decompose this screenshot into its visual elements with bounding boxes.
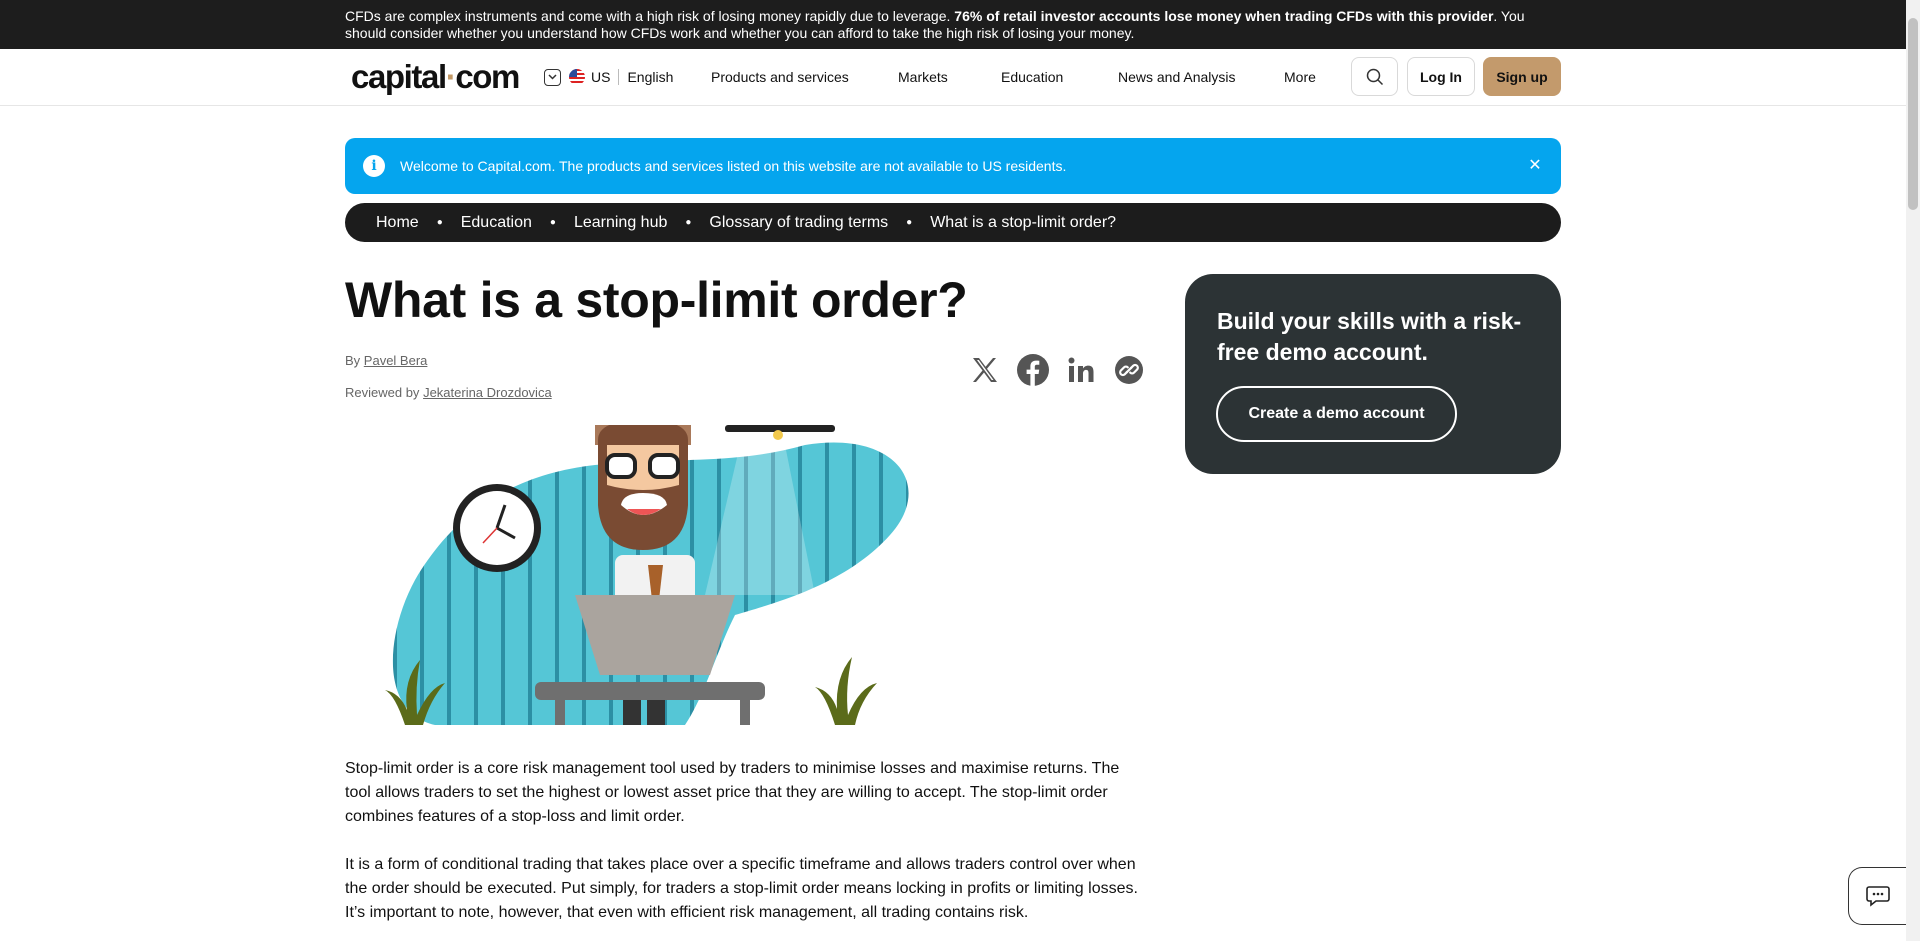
region-language-selector[interactable]: US English xyxy=(544,66,673,88)
reviewed-prefix: Reviewed by xyxy=(345,385,420,400)
us-flag-icon xyxy=(569,69,585,85)
page-scrollbar[interactable] xyxy=(1906,0,1920,941)
risk-text-start: CFDs are complex instruments and come wi… xyxy=(345,8,951,24)
search-button[interactable] xyxy=(1351,57,1398,96)
article-paragraph-2: It is a form of conditional trading that… xyxy=(345,856,1138,921)
logo-left: capital xyxy=(351,58,447,95)
nav-more[interactable]: More xyxy=(1284,69,1316,86)
risk-warning-banner: CFDs are complex instruments and come wi… xyxy=(0,0,1906,49)
by-prefix: By xyxy=(345,353,361,368)
notice-text: Welcome to Capital.com. The products and… xyxy=(400,158,1067,174)
site-header: capital·com US English Products and serv… xyxy=(0,49,1906,106)
nav-markets[interactable]: Markets xyxy=(898,69,948,86)
risk-text-bold: 76% of retail investor accounts lose mon… xyxy=(954,8,1494,24)
breadcrumb-education[interactable]: Education xyxy=(461,214,532,232)
chat-button[interactable] xyxy=(1848,867,1906,925)
create-demo-account-button[interactable]: Create a demo account xyxy=(1216,386,1457,442)
chevron-down-icon[interactable] xyxy=(544,68,561,86)
breadcrumb-separator: ● xyxy=(436,217,443,228)
reviewer-link[interactable]: Jekaterina Drozdovica xyxy=(423,385,552,400)
linkedin-icon[interactable] xyxy=(1064,353,1098,387)
sign-up-button[interactable]: Sign up xyxy=(1483,57,1561,96)
divider xyxy=(618,69,620,85)
risk-warning-text: CFDs are complex instruments and come wi… xyxy=(345,8,1565,41)
breadcrumb-separator: ● xyxy=(685,217,692,228)
chat-icon xyxy=(1865,886,1890,907)
nav-products-and-services[interactable]: Products and services xyxy=(711,69,849,86)
info-icon: i xyxy=(363,155,385,177)
breadcrumb-separator: ● xyxy=(549,217,556,228)
logo-right: com xyxy=(455,58,520,95)
demo-account-promo-card: Build your skills with a risk-free demo … xyxy=(1185,274,1561,474)
breadcrumb-glossary[interactable]: Glossary of trading terms xyxy=(709,214,888,232)
log-in-button[interactable]: Log In xyxy=(1407,57,1475,96)
logo-dot: · xyxy=(445,58,457,95)
nav-education[interactable]: Education xyxy=(1001,69,1063,86)
article-illustration xyxy=(345,425,943,725)
author-byline: By Pavel Bera xyxy=(345,353,427,368)
region-label: US xyxy=(591,69,611,85)
breadcrumb: Home ● Education ● Learning hub ● Glossa… xyxy=(345,203,1561,242)
scrollbar-thumb[interactable] xyxy=(1908,18,1918,210)
author-link[interactable]: Pavel Bera xyxy=(364,353,428,368)
breadcrumb-current-page: What is a stop-limit order? xyxy=(930,213,1117,231)
copy-link-icon[interactable] xyxy=(1112,353,1146,387)
search-icon xyxy=(1366,68,1383,85)
man-at-laptop-illustration xyxy=(345,425,943,725)
facebook-icon[interactable] xyxy=(1016,353,1050,387)
reviewer-byline: Reviewed by Jekaterina Drozdovica xyxy=(345,385,552,400)
us-residents-notice: i Welcome to Capital.com. The products a… xyxy=(345,138,1561,194)
capital-com-logo[interactable]: capital·com xyxy=(351,57,520,97)
language-label: English xyxy=(627,69,674,85)
close-icon[interactable]: ✕ xyxy=(1525,155,1545,175)
breadcrumb-learning-hub[interactable]: Learning hub xyxy=(574,214,667,232)
article-paragraph-1: Stop-limit order is a core risk manageme… xyxy=(345,760,1120,825)
x-icon[interactable] xyxy=(968,353,1002,387)
nav-news-and-analysis[interactable]: News and Analysis xyxy=(1118,69,1236,86)
breadcrumb-home[interactable]: Home xyxy=(376,214,419,232)
promo-title: Build your skills with a risk-free demo … xyxy=(1217,308,1522,365)
breadcrumb-separator: ● xyxy=(906,217,913,228)
page-title: What is a stop-limit order? xyxy=(345,272,968,328)
